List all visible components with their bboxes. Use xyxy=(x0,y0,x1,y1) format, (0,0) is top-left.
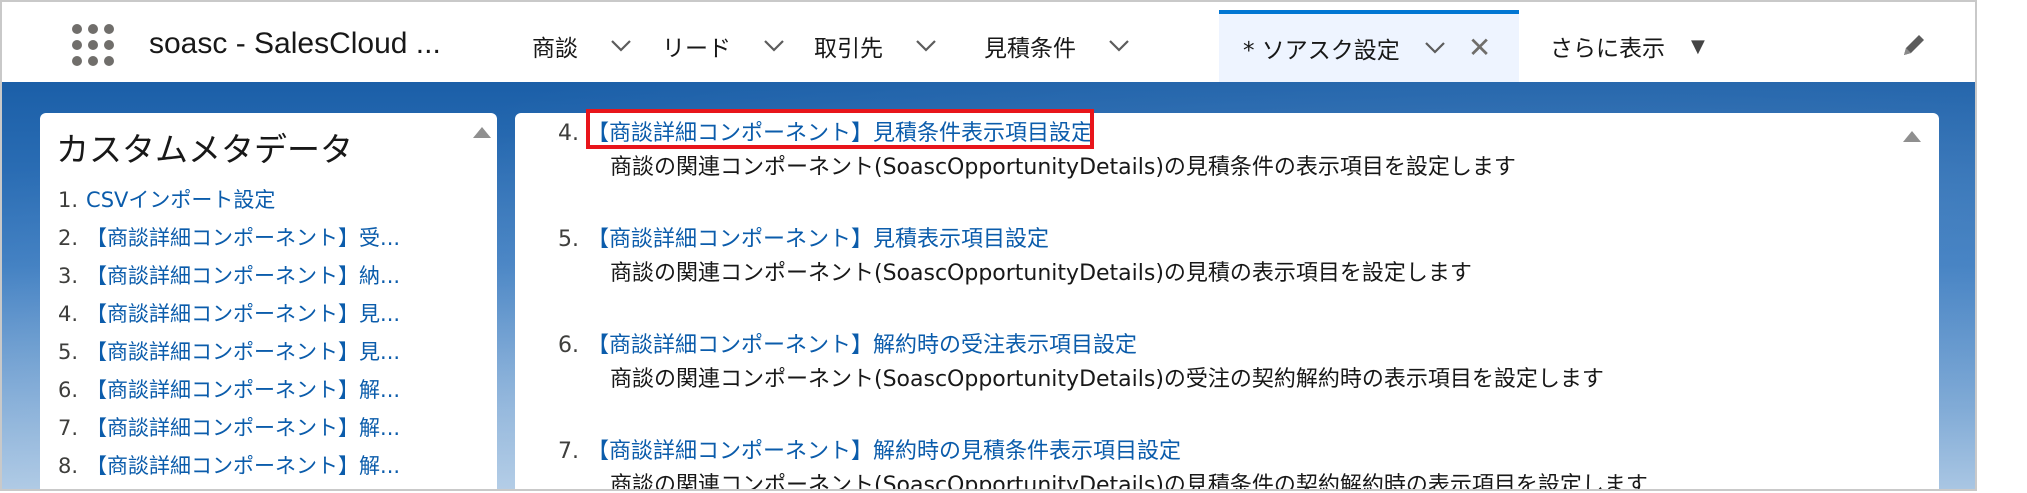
sidebar-item-label: 【商談詳細コンポーネント】見... xyxy=(86,302,401,326)
sidebar-item[interactable]: 4. 【商談詳細コンポーネント】見... xyxy=(58,295,400,333)
item-number: 4. xyxy=(58,302,79,326)
tab-label: * ソアスク設定 xyxy=(1243,38,1400,64)
sidebar-item-label: 【商談詳細コンポーネント】受... xyxy=(86,226,401,250)
tab-more[interactable]: さらに表示 ▼ xyxy=(1550,10,1705,82)
sidebar-item[interactable]: 2. 【商談詳細コンポーネント】受... xyxy=(58,219,400,257)
pencil-icon[interactable] xyxy=(1899,30,1929,60)
item-number: 1. xyxy=(58,188,79,212)
tab-label: さらに表示 xyxy=(1550,36,1665,62)
list-item: 7. 【商談詳細コンポーネント】解約時の見積条件表示項目設定 商談の関連コンポーネ… xyxy=(558,435,1648,491)
item-number: 5. xyxy=(558,227,579,252)
item-number: 2. xyxy=(58,226,79,250)
sidebar-item[interactable]: 7. 【商談詳細コンポーネント】解... xyxy=(58,409,400,447)
item-description: 商談の関連コンポーネント(SoascOpportunityDetails)の見積… xyxy=(610,473,1648,491)
sidebar-title: カスタムメタデータ xyxy=(56,130,353,169)
browser-frame: soasc - SalesCloud ... 商談 リード 取引先 見積条件 *… xyxy=(0,0,1977,491)
close-icon[interactable]: ✕ xyxy=(1468,34,1491,62)
chevron-down-icon[interactable] xyxy=(1418,31,1452,65)
item-number: 8. xyxy=(58,454,79,478)
metadata-link[interactable]: 【商談詳細コンポーネント】見積表示項目設定 xyxy=(587,227,1049,252)
tab-account[interactable]: 取引先 xyxy=(814,10,943,82)
metadata-link[interactable]: 【商談詳細コンポーネント】見積条件表示項目設定 xyxy=(587,121,1093,146)
sidebar-item[interactable]: 8. 【商談詳細コンポーネント】解... xyxy=(58,447,400,485)
tab-soasc-settings[interactable]: * ソアスク設定 ✕ xyxy=(1219,10,1519,82)
item-description: 商談の関連コンポーネント(SoascOpportunityDetails)の受注… xyxy=(610,367,1604,392)
tab-lead[interactable]: リード xyxy=(662,10,791,82)
sidebar-item-label: CSVインポート設定 xyxy=(86,188,276,212)
tab-label: リード xyxy=(662,36,731,62)
sidebar-item[interactable]: 3. 【商談詳細コンポーネント】納... xyxy=(58,257,400,295)
scroll-up-icon[interactable] xyxy=(473,127,491,138)
metadata-link[interactable]: 【商談詳細コンポーネント】解約時の見積条件表示項目設定 xyxy=(587,439,1181,464)
metadata-detail-panel: 4. 【商談詳細コンポーネント】見積条件表示項目設定 商談の関連コンポーネント(S… xyxy=(515,113,1939,491)
item-number: 7. xyxy=(558,439,579,464)
item-description: 商談の関連コンポーネント(SoascOpportunityDetails)の見積… xyxy=(610,155,1516,180)
item-number: 6. xyxy=(558,333,579,358)
sidebar-item[interactable]: 5. 【商談詳細コンポーネント】見... xyxy=(58,333,400,371)
app-name: soasc - SalesCloud ... xyxy=(149,27,441,60)
list-item: 5. 【商談詳細コンポーネント】見積表示項目設定 商談の関連コンポーネント(Soa… xyxy=(558,223,1472,291)
item-number: 7. xyxy=(58,416,79,440)
item-number: 3. xyxy=(58,264,79,288)
sidebar-item[interactable]: 1. CSVインポート設定 xyxy=(58,181,400,219)
sidebar-item-label: 【商談詳細コンポーネント】見... xyxy=(86,340,401,364)
tab-label: 取引先 xyxy=(814,36,883,62)
caret-down-icon[interactable]: ▼ xyxy=(1691,36,1705,57)
tab-opportunity[interactable]: 商談 xyxy=(532,10,638,82)
app-launcher-icon[interactable] xyxy=(70,22,116,68)
custom-metadata-sidebar: カスタムメタデータ 1. CSVインポート設定 2. 【商談詳細コンポーネント】受.… xyxy=(40,113,497,489)
scroll-up-icon[interactable] xyxy=(1903,131,1921,142)
chevron-down-icon[interactable] xyxy=(757,29,791,63)
chevron-down-icon[interactable] xyxy=(909,29,943,63)
item-number: 6. xyxy=(58,378,79,402)
item-description: 商談の関連コンポーネント(SoascOpportunityDetails)の見積… xyxy=(610,261,1472,286)
tab-label: 見積条件 xyxy=(984,36,1076,62)
chevron-down-icon[interactable] xyxy=(1102,29,1136,63)
sidebar-list: 1. CSVインポート設定 2. 【商談詳細コンポーネント】受... 3. 【商談詳細… xyxy=(58,181,400,485)
tab-quote-terms[interactable]: 見積条件 xyxy=(984,10,1136,82)
sidebar-item-label: 【商談詳細コンポーネント】納... xyxy=(86,264,401,288)
global-nav-bar: soasc - SalesCloud ... 商談 リード 取引先 見積条件 *… xyxy=(2,2,1975,83)
list-item: 4. 【商談詳細コンポーネント】見積条件表示項目設定 商談の関連コンポーネント(S… xyxy=(558,117,1516,185)
tab-label: 商談 xyxy=(532,36,578,62)
sidebar-item[interactable]: 6. 【商談詳細コンポーネント】解... xyxy=(58,371,400,409)
sidebar-item-label: 【商談詳細コンポーネント】解... xyxy=(86,416,401,440)
item-number: 4. xyxy=(558,121,579,146)
list-item: 6. 【商談詳細コンポーネント】解約時の受注表示項目設定 商談の関連コンポーネント… xyxy=(558,329,1604,397)
sidebar-item-label: 【商談詳細コンポーネント】解... xyxy=(86,378,401,402)
metadata-link[interactable]: 【商談詳細コンポーネント】解約時の受注表示項目設定 xyxy=(587,333,1137,358)
chevron-down-icon[interactable] xyxy=(604,29,638,63)
sidebar-item-label: 【商談詳細コンポーネント】解... xyxy=(86,454,401,478)
item-number: 5. xyxy=(58,340,79,364)
